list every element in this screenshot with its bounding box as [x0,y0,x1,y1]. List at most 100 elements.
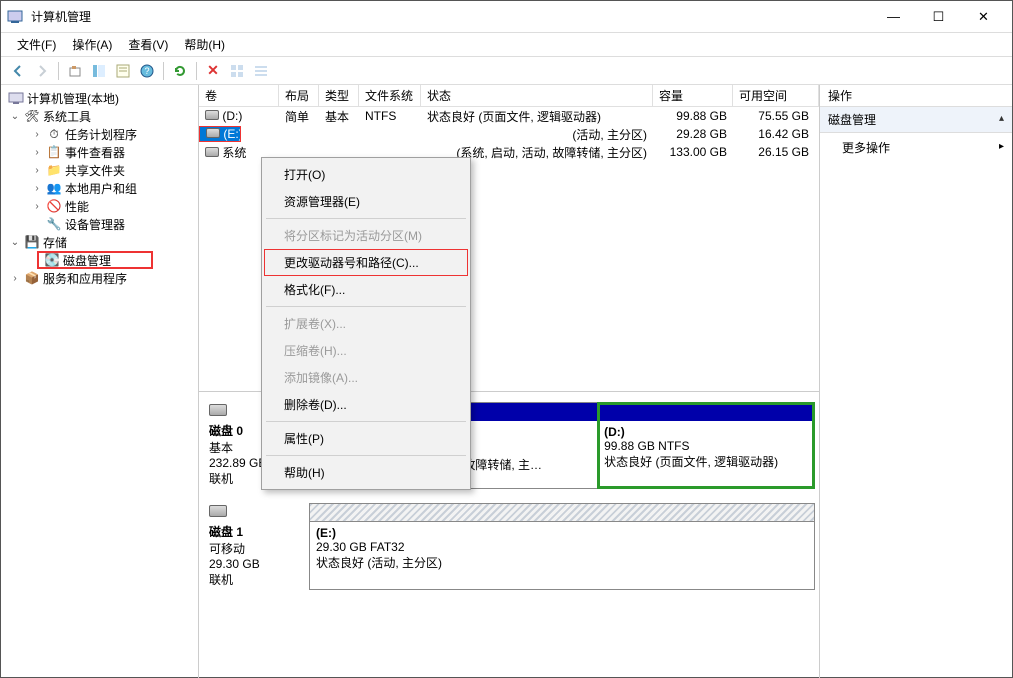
partition-size: 99.88 GB NTFS [604,439,808,453]
expander-icon[interactable]: ⌄ [9,111,21,122]
tree-label: 共享文件夹 [65,162,125,179]
tree-label: 磁盘管理 [63,252,111,269]
col-status[interactable]: 状态 [421,85,653,107]
window-title: 计算机管理 [31,8,871,25]
menu-action[interactable]: 操作(A) [64,33,120,56]
col-fs[interactable]: 文件系统 [359,85,421,107]
partition-e[interactable]: (E:) 29.30 GB FAT32 状态良好 (活动, 主分区) [310,504,814,589]
tree-label: 服务和应用程序 [43,270,127,287]
tree-storage[interactable]: ⌄ 💾 存储 [1,233,198,251]
tree-local-users[interactable]: › 👥 本地用户和组 [1,179,198,197]
storage-icon: 💾 [24,234,40,250]
expander-icon[interactable]: › [31,201,43,212]
vol-cap: 133.00 GB [653,145,733,159]
disk-label[interactable]: 磁盘 1 可移动 29.30 GB 联机 [203,503,309,590]
main-area: 计算机管理(本地) ⌄ 🛠 系统工具 › ⏱ 任务计划程序 › 📋 事件查看器 … [1,85,1012,678]
delete-button[interactable]: ✕ [202,60,224,82]
col-capacity[interactable]: 容量 [653,85,733,107]
expander-icon[interactable]: › [31,147,43,158]
vol-free: 26.15 GB [733,145,819,159]
cm-change-drive-letter[interactable]: 更改驱动器号和路径(C)... [264,249,468,276]
cm-mirror: 添加镜像(A)... [264,364,468,391]
view-list-button[interactable] [226,60,248,82]
cm-help[interactable]: 帮助(H) [264,459,468,486]
tree-shared-folders[interactable]: › 📁 共享文件夹 [1,161,198,179]
tree-services-apps[interactable]: › 📦 服务和应用程序 [1,269,198,287]
view-detail-button[interactable] [250,60,272,82]
forward-button[interactable] [31,60,53,82]
show-hide-tree-button[interactable] [88,60,110,82]
expander-icon[interactable]: › [31,165,43,176]
table-row[interactable]: (D:) 简单 基本 NTFS 状态良好 (页面文件, 逻辑驱动器) 99.88… [199,107,819,125]
close-button[interactable]: ✕ [961,2,1006,32]
col-type[interactable]: 类型 [319,85,359,107]
partition-header [310,504,814,522]
expander-icon[interactable]: › [31,183,43,194]
menu-help[interactable]: 帮助(H) [176,33,233,56]
disk-type: 可移动 [209,540,303,557]
up-button[interactable] [64,60,86,82]
vol-name: (E:) [199,126,241,142]
refresh-button[interactable] [169,60,191,82]
cm-open[interactable]: 打开(O) [264,161,468,188]
cm-properties[interactable]: 属性(P) [264,425,468,452]
vol-free: 16.42 GB [733,127,819,141]
tree-root[interactable]: 计算机管理(本地) [1,89,198,107]
tree-task-scheduler[interactable]: › ⏱ 任务计划程序 [1,125,198,143]
actions-group[interactable]: 磁盘管理 ▴ [820,107,1012,133]
disk-mgmt-icon: 💽 [44,252,60,268]
tree-label: 性能 [65,198,89,215]
col-free[interactable]: 可用空间 [733,85,819,107]
partition-title: (D:) [604,425,808,439]
wrench-icon: 🛠 [24,108,40,124]
tree-label: 任务计划程序 [65,126,137,143]
partition-d[interactable]: (D:) 99.88 GB NTFS 状态良好 (页面文件, 逻辑驱动器) [598,403,814,488]
cm-explorer[interactable]: 资源管理器(E) [264,188,468,215]
tree-device-manager[interactable]: 🔧 设备管理器 [1,215,198,233]
partition-status: 状态良好 (页面文件, 逻辑驱动器) [604,453,808,470]
back-button[interactable] [7,60,29,82]
tree-event-viewer[interactable]: › 📋 事件查看器 [1,143,198,161]
disk-icon [209,404,227,416]
device-icon: 🔧 [46,216,62,232]
tree-label: 设备管理器 [65,216,125,233]
cm-format[interactable]: 格式化(F)... [264,276,468,303]
cm-delete-volume[interactable]: 删除卷(D)... [264,391,468,418]
menu-view[interactable]: 查看(V) [120,33,176,56]
expander-icon[interactable]: › [9,273,21,284]
cm-mark-active: 将分区标记为活动分区(M) [264,222,468,249]
tree-performance[interactable]: › 🚫 性能 [1,197,198,215]
context-menu: 打开(O) 资源管理器(E) 将分区标记为活动分区(M) 更改驱动器号和路径(C… [261,157,471,490]
actions-more-label: 更多操作 [842,141,890,155]
col-layout[interactable]: 布局 [279,85,319,107]
maximize-button[interactable]: ☐ [916,2,961,32]
table-row-selected[interactable]: (E:) (活动, 主分区) 29.28 GB 16.42 GB [199,125,819,143]
minimize-button[interactable]: — [871,2,916,32]
volume-table-header: 卷 布局 类型 文件系统 状态 容量 可用空间 [199,85,819,107]
properties-button[interactable] [112,60,134,82]
menu-bar: 文件(F) 操作(A) 查看(V) 帮助(H) [1,33,1012,57]
expander-icon[interactable]: › [31,129,43,140]
tree-system-tools[interactable]: ⌄ 🛠 系统工具 [1,107,198,125]
menu-file[interactable]: 文件(F) [9,33,64,56]
help-toolbar-button[interactable]: ? [136,60,158,82]
clock-icon: ⏱ [46,126,62,142]
tree-disk-management[interactable]: 💽 磁盘管理 [37,251,153,269]
collapse-arrow-icon: ▴ [999,113,1004,124]
disk-row-1: 磁盘 1 可移动 29.30 GB 联机 (E:) 29.30 GB FAT32… [203,503,815,590]
actions-more[interactable]: 更多操作 ▸ [820,133,1012,162]
actions-header: 操作 [820,85,1012,107]
services-icon: 📦 [24,270,40,286]
users-icon: 👥 [46,180,62,196]
chevron-right-icon: ▸ [999,141,1004,152]
svg-text:?: ? [144,66,149,76]
vol-type: 基本 [319,108,359,125]
event-icon: 📋 [46,144,62,160]
tree-label: 存储 [43,234,67,251]
separator [266,218,466,219]
separator [266,306,466,307]
expander-icon[interactable]: ⌄ [9,237,21,248]
col-volume[interactable]: 卷 [199,85,279,107]
vol-free: 75.55 GB [733,109,819,123]
disk-size: 29.30 GB [209,557,303,571]
